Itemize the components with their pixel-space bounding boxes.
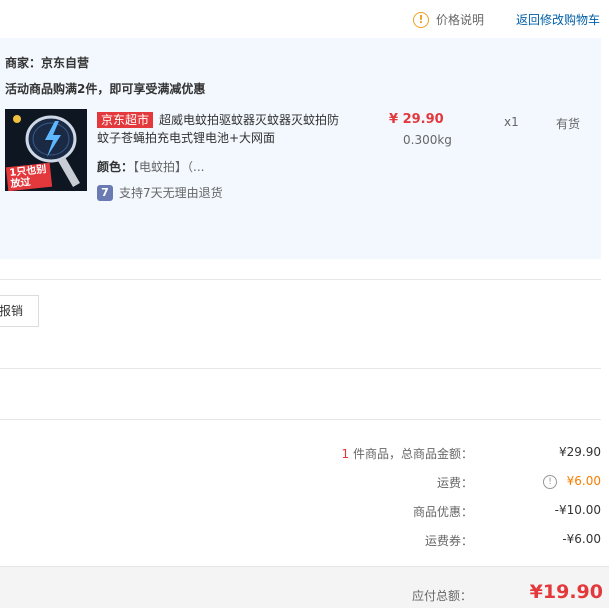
item-quantity: x1: [504, 115, 519, 129]
shop-panel: 商家：京东自营 活动商品购满2件，即可享受满减优惠 1只也别放过 京东超市 超威电…: [0, 38, 601, 259]
divider: [0, 368, 601, 369]
coupon-label: 运费券：: [424, 534, 473, 548]
invoice-button-label: 报销: [0, 304, 24, 318]
seven-day-return-icon: 7: [97, 184, 113, 201]
warning-circle-icon: !: [413, 11, 429, 28]
product-thumbnail[interactable]: 1只也别放过: [5, 109, 87, 191]
spec-row: 颜色：【电蚊拍】（...: [97, 158, 204, 175]
spec-label: 颜色：: [97, 160, 134, 174]
discount-amount: -¥10.00: [554, 503, 601, 517]
total-amount: ¥19.90: [529, 581, 603, 603]
summary-coupon-row: 运费券： -¥6.00: [0, 532, 601, 552]
merchant-label: 商家：: [5, 56, 42, 70]
thumb-badge: 1只也别放过: [5, 162, 53, 191]
stock-status: 有货: [556, 117, 581, 131]
return-policy-text: 支持7天无理由退货: [119, 186, 223, 200]
divider: [0, 419, 601, 420]
back-to-cart-link[interactable]: 返回修改购物车: [516, 11, 600, 28]
total-label: 应付总额：: [411, 589, 472, 603]
coupon-amount: -¥6.00: [562, 532, 601, 546]
summary-discount-row: 商品优惠： -¥10.00: [0, 503, 601, 523]
return-policy: 7 支持7天无理由退货: [97, 184, 223, 201]
shipping-amount: ¥6.00: [566, 474, 601, 488]
total-bar: 应付总额： ¥19.90: [0, 566, 609, 608]
top-bar: ! 价格说明 返回修改购物车: [0, 0, 609, 38]
product-title-block[interactable]: 京东超市 超威电蚊拍驱蚊器灭蚊器灭蚊拍防蚊子苍蝇拍充电式锂电池+大网面: [97, 111, 347, 147]
items-label: 件商品，总商品金额：: [349, 447, 473, 461]
items-summary-label: 1 件商品，总商品金额：: [342, 445, 473, 462]
merchant-name: 京东自营: [41, 56, 90, 70]
price-note-label: 价格说明: [436, 13, 485, 27]
shipping-label: 运费：: [436, 476, 473, 490]
summary-shipping-row: 运费： ! ¥6.00: [0, 474, 601, 494]
promo-text: 活动商品购满2件，即可享受满减优惠: [5, 82, 206, 96]
discount-label: 商品优惠：: [412, 505, 473, 519]
info-circle-icon[interactable]: !: [543, 475, 557, 489]
unit-price: ¥ 29.90: [389, 112, 444, 127]
summary-items-row: 1 件商品，总商品金额： ¥29.90: [0, 445, 601, 465]
invoice-button[interactable]: 报销: [0, 295, 39, 327]
items-amount: ¥29.90: [559, 445, 601, 459]
supermarket-tag: 京东超市: [97, 112, 154, 128]
price-note-link[interactable]: ! 价格说明: [413, 11, 484, 28]
spec-value: 【电蚊拍】（...: [133, 160, 205, 174]
item-weight: 0.300kg: [403, 133, 452, 147]
merchant-row: 商家：京东自营: [5, 54, 89, 71]
divider: [0, 279, 601, 280]
